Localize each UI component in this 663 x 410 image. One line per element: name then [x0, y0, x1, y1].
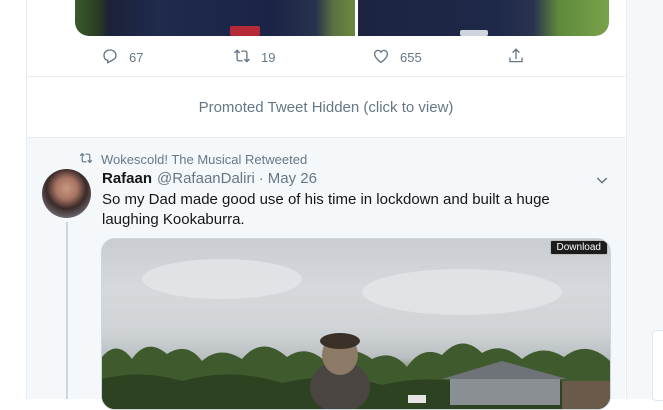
tweet-text: So my Dad made good use of his time in l…	[102, 191, 550, 228]
retweeted-by-label: Wokescold! The Musical Retweeted	[101, 151, 308, 167]
tweet-header: Rafaan @RafaanDaliri · May 26	[102, 170, 317, 188]
promoted-label: Promoted Tweet Hidden (click to view)	[198, 98, 454, 116]
thread-line	[66, 222, 68, 399]
share-icon	[507, 47, 525, 68]
download-button[interactable]: Download	[549, 240, 608, 255]
shirt-print	[230, 26, 260, 36]
previous-tweet-image-left[interactable]	[75, 0, 355, 36]
chevron-down-icon[interactable]	[594, 172, 610, 188]
retweet-button[interactable]: 19	[233, 44, 275, 70]
avatar[interactable]	[42, 169, 91, 218]
like-count: 655	[400, 49, 422, 65]
cloud	[362, 269, 562, 315]
share-button[interactable]	[507, 44, 525, 70]
reply-count: 67	[129, 49, 144, 65]
shirt-print	[460, 30, 488, 36]
tweet-date[interactable]: May 26	[268, 170, 317, 187]
display-name[interactable]: Rafaan	[102, 170, 152, 187]
tweet-actions: 67 19 655	[101, 44, 531, 70]
left-gutter	[0, 0, 26, 399]
retweet-count: 19	[261, 49, 276, 65]
reply-icon	[101, 47, 119, 68]
user-handle[interactable]: @RafaanDaliri	[157, 170, 255, 187]
like-button[interactable]: 655	[372, 44, 422, 70]
like-icon	[372, 47, 390, 68]
sidebar-scroll-card[interactable]	[652, 330, 663, 401]
separator: ·	[258, 170, 264, 187]
tweet-media[interactable]: Download	[101, 238, 611, 410]
retweet-icon	[79, 151, 101, 168]
retweet-icon	[233, 47, 251, 68]
promoted-tweet-hidden[interactable]: Promoted Tweet Hidden (click to view)	[27, 77, 625, 137]
media-scene	[102, 333, 610, 409]
retweet-context[interactable]: Wokescold! The Musical Retweeted	[79, 151, 307, 167]
reply-button[interactable]: 67	[101, 44, 143, 70]
cloud	[142, 259, 302, 299]
